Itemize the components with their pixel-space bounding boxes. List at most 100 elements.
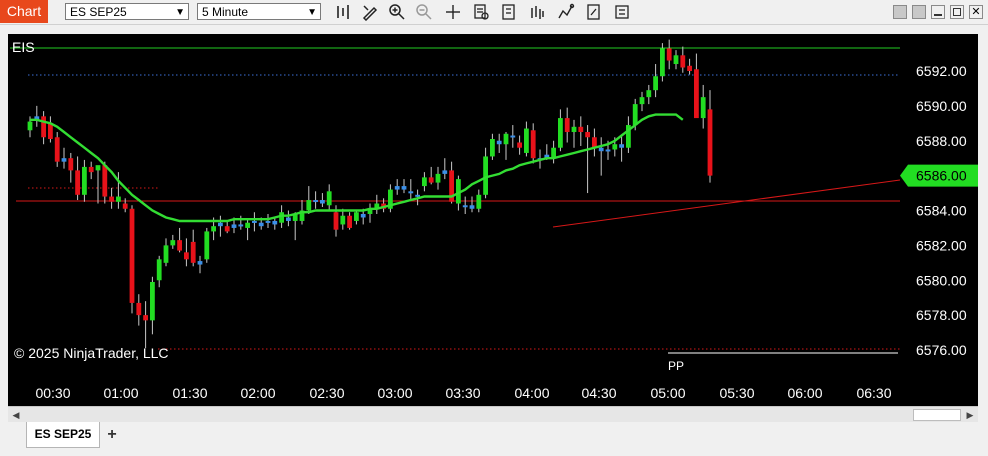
candle-body bbox=[415, 194, 420, 197]
trend-line bbox=[552, 179, 901, 228]
candle-body bbox=[163, 245, 169, 263]
candle-body bbox=[252, 220, 257, 223]
candle-body bbox=[211, 226, 216, 232]
candle-body bbox=[632, 104, 638, 126]
y-tick-label: 6588.00 bbox=[916, 133, 967, 149]
x-tick-label: 06:00 bbox=[787, 385, 822, 401]
templates-icon[interactable] bbox=[500, 3, 518, 21]
x-tick-label: 04:30 bbox=[581, 385, 616, 401]
candle-body bbox=[660, 48, 665, 77]
candle-body bbox=[558, 118, 563, 148]
candle-body bbox=[401, 186, 407, 190]
candle-body bbox=[564, 118, 570, 133]
y-tick-label: 6576.00 bbox=[916, 342, 967, 358]
indicators-icon[interactable] bbox=[528, 3, 546, 21]
pivot-label: PP bbox=[668, 359, 684, 373]
candle-body bbox=[612, 144, 618, 150]
candle-body bbox=[177, 240, 182, 251]
y-tick-label: 6590.00 bbox=[916, 98, 967, 114]
x-tick-label: 02:00 bbox=[240, 385, 275, 401]
chart-panel[interactable]: 6576.00 6578.00 6580.00 6582.00 6584.00 6586.… bbox=[8, 34, 978, 406]
candle-body bbox=[231, 224, 237, 228]
scroll-right-icon[interactable]: ▶ bbox=[963, 408, 977, 422]
x-tick-label: 04:00 bbox=[514, 385, 549, 401]
candle-body bbox=[694, 69, 699, 119]
properties-icon[interactable] bbox=[585, 3, 603, 21]
candle-body bbox=[585, 132, 590, 138]
instrument-selector[interactable]: ES SEP25 ▼ bbox=[65, 3, 189, 20]
x-tick-label: 00:30 bbox=[35, 385, 70, 401]
candle-body bbox=[75, 170, 80, 195]
x-tick-label: 05:30 bbox=[719, 385, 754, 401]
chart-trader-icon[interactable] bbox=[613, 3, 631, 21]
candle-body bbox=[571, 126, 577, 133]
candle-body bbox=[61, 158, 67, 162]
chevron-down-icon: ▼ bbox=[307, 7, 317, 18]
strategies-icon[interactable] bbox=[557, 3, 575, 21]
close-icon[interactable]: ✕ bbox=[969, 5, 983, 19]
candle-body bbox=[333, 212, 339, 230]
candle-body bbox=[116, 196, 121, 202]
candle-body bbox=[88, 166, 94, 173]
candle-body bbox=[27, 121, 33, 131]
data-box-icon[interactable] bbox=[472, 3, 490, 21]
candle-body bbox=[109, 196, 114, 202]
window-option-icon[interactable] bbox=[893, 5, 907, 19]
x-tick-label: 06:30 bbox=[856, 385, 891, 401]
horizontal-scrollbar[interactable]: ◀ ▶ bbox=[8, 406, 978, 423]
candle-body bbox=[82, 166, 87, 195]
minimize-icon[interactable] bbox=[931, 5, 945, 19]
candle-body bbox=[578, 126, 584, 133]
candle-body bbox=[700, 97, 706, 119]
candle-body bbox=[687, 65, 692, 71]
candle-body bbox=[258, 222, 264, 227]
scroll-left-icon[interactable]: ◀ bbox=[9, 408, 23, 422]
candle-body bbox=[306, 200, 312, 211]
candle-body bbox=[653, 76, 658, 91]
candle-body bbox=[102, 165, 108, 197]
candle-body bbox=[265, 220, 271, 223]
candle-body bbox=[41, 116, 46, 138]
candle-body bbox=[54, 137, 60, 162]
chart-tab[interactable]: Chart bbox=[0, 0, 48, 23]
instrument-tabbar: ES SEP25 + bbox=[0, 422, 988, 456]
tab-es-sep25[interactable]: ES SEP25 bbox=[26, 422, 100, 448]
candle-body bbox=[469, 205, 475, 209]
instrument-value: ES SEP25 bbox=[70, 5, 127, 19]
price-chart[interactable]: 6576.00 6578.00 6580.00 6582.00 6584.00 6586.… bbox=[8, 34, 978, 406]
zoom-out-icon[interactable] bbox=[415, 3, 433, 21]
candle-body bbox=[360, 213, 366, 218]
candle-body bbox=[340, 215, 346, 225]
candle-body bbox=[143, 315, 148, 321]
candle-body bbox=[428, 177, 434, 183]
x-tick-label: 01:00 bbox=[103, 385, 138, 401]
drawing-tool-icon[interactable] bbox=[361, 3, 379, 21]
last-price-label: 6586.00 bbox=[916, 168, 967, 184]
candle-body bbox=[320, 200, 325, 204]
candle-body bbox=[286, 217, 291, 221]
crosshair-icon[interactable] bbox=[444, 3, 462, 21]
instrument-label: EIS bbox=[12, 39, 35, 55]
candle-body bbox=[190, 241, 196, 263]
candle-body bbox=[680, 55, 686, 68]
candle-body bbox=[598, 147, 604, 152]
candle-body bbox=[408, 191, 414, 194]
candle-body bbox=[707, 109, 713, 176]
window-settings-icon[interactable] bbox=[912, 5, 926, 19]
candle-body bbox=[483, 156, 488, 195]
candle-body bbox=[462, 205, 468, 208]
bar-type-icon[interactable] bbox=[334, 3, 352, 21]
interval-selector[interactable]: 5 Minute ▼ bbox=[197, 3, 321, 20]
candle-body bbox=[218, 222, 223, 227]
candle-body bbox=[129, 208, 135, 303]
candle-body bbox=[136, 302, 142, 316]
x-tick-label: 02:30 bbox=[309, 385, 344, 401]
scroll-thumb[interactable] bbox=[913, 409, 961, 421]
zoom-in-icon[interactable] bbox=[388, 3, 406, 21]
candle-body bbox=[150, 281, 155, 321]
y-tick-label: 6578.00 bbox=[916, 307, 967, 323]
candle-body bbox=[422, 177, 427, 187]
add-tab-icon[interactable]: + bbox=[103, 426, 121, 444]
chevron-down-icon: ▼ bbox=[175, 7, 185, 18]
maximize-icon[interactable] bbox=[950, 5, 964, 19]
